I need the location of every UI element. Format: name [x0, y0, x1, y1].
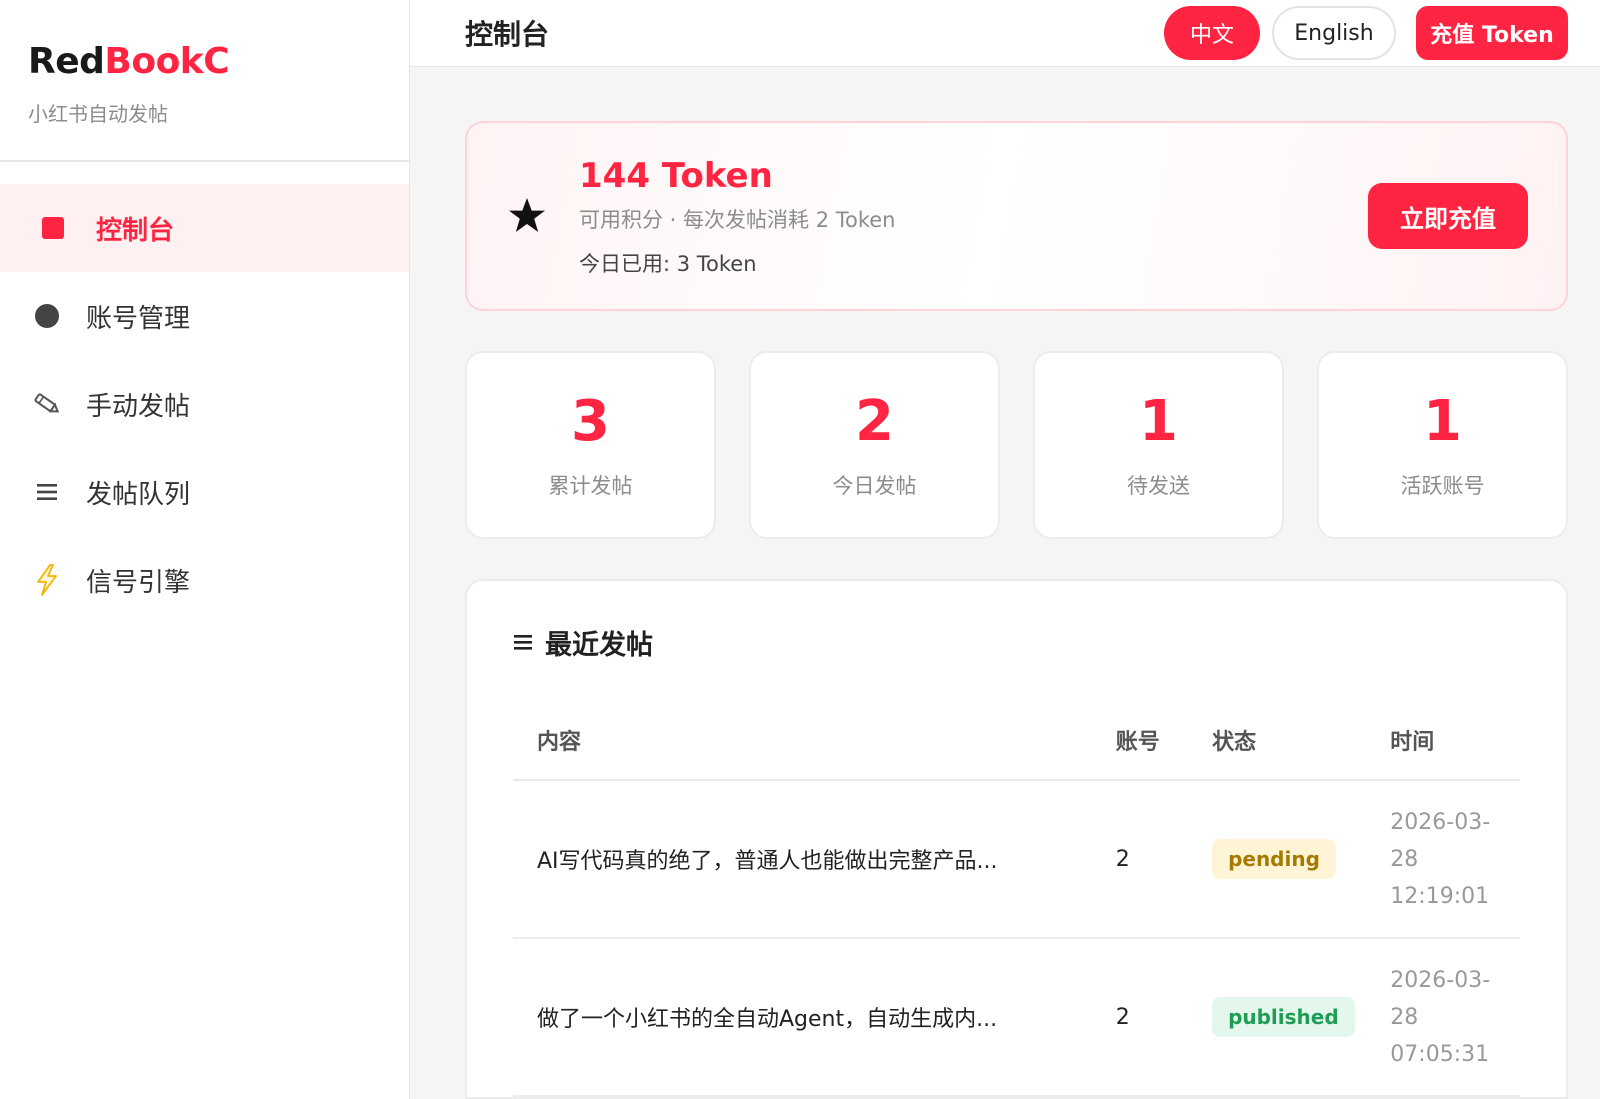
- stat-card-total-posts: 3 累计发帖: [465, 351, 716, 539]
- sidebar-nav: 控制台 账号管理 手动发帖 发帖队列 信号引擎: [0, 184, 409, 624]
- token-card: 144 Token 可用积分 · 每次发帖消耗 2 Token 今日已用: 3 …: [465, 121, 1568, 311]
- post-time: 2026-03- 28 12:19:01: [1366, 780, 1520, 939]
- table-row[interactable]: 做了一个小红书的全自动Agent，自动生成内... 2 published 20…: [513, 938, 1520, 1097]
- sidebar-item-accounts[interactable]: 账号管理: [0, 272, 409, 360]
- list-icon: [32, 477, 62, 507]
- brand-logo[interactable]: RedBookC: [28, 38, 409, 86]
- post-content: AI写代码真的绝了，普通人也能做出完整产品...: [513, 780, 1092, 939]
- post-time-date: 2026-03-: [1390, 809, 1491, 835]
- brand: RedBookC 小红书自动发帖: [0, 0, 409, 162]
- lightning-icon: [32, 564, 62, 596]
- status-badge: pending: [1212, 839, 1336, 879]
- post-time-day: 28: [1390, 846, 1419, 872]
- brand-subtitle: 小红书自动发帖: [28, 102, 168, 126]
- sidebar-item-label: 控制台: [96, 215, 175, 246]
- sidebar-item-label: 发帖队列: [86, 479, 191, 510]
- dashboard-square-icon: [38, 213, 68, 243]
- status-badge: published: [1212, 997, 1355, 1037]
- list-icon: [513, 626, 535, 659]
- circle-icon: [32, 301, 62, 331]
- sidebar-item-label: 信号引擎: [86, 567, 191, 598]
- stat-value: 1: [1423, 389, 1462, 454]
- stat-card-today-posts: 2 今日发帖: [749, 351, 1000, 539]
- recent-posts-panel: 最近发帖 内容 账号 状态 时间 AI写代码真的绝了，普通人也能做出完整产品..: [465, 579, 1568, 1099]
- language-chinese-button[interactable]: 中文: [1164, 6, 1260, 60]
- recharge-token-button[interactable]: 充值 Token: [1416, 6, 1568, 60]
- recent-posts-table: 内容 账号 状态 时间 AI写代码真的绝了，普通人也能做出完整产品... 2 p…: [513, 700, 1520, 1097]
- stat-label: 今日发帖: [832, 474, 917, 498]
- post-time-clock: 07:05:31: [1390, 1041, 1490, 1067]
- column-header-account: 账号: [1091, 700, 1189, 781]
- stat-card-pending: 1 待发送: [1033, 351, 1284, 539]
- token-used-today: 今日已用: 3 Token: [579, 252, 757, 276]
- token-amount: 144 Token: [579, 156, 773, 196]
- brand-name-part2: BookC: [104, 41, 230, 82]
- stat-label: 活跃账号: [1400, 474, 1485, 498]
- stat-value: 1: [1139, 389, 1178, 454]
- recharge-now-button[interactable]: 立即充值: [1368, 183, 1528, 249]
- table-header-row: 内容 账号 状态 时间: [513, 700, 1520, 781]
- pencil-icon: [32, 389, 62, 419]
- stat-label: 累计发帖: [548, 474, 633, 498]
- post-time: 2026-03- 28 07:05:31: [1366, 938, 1520, 1097]
- sidebar: RedBookC 小红书自动发帖 控制台 账号管理 手动发帖 发帖队列 信号引擎: [0, 0, 410, 1099]
- post-status-cell: pending: [1188, 780, 1367, 939]
- content: 144 Token 可用积分 · 每次发帖消耗 2 Token 今日已用: 3 …: [410, 67, 1600, 1099]
- stat-card-active-accounts: 1 活跃账号: [1317, 351, 1568, 539]
- language-english-button[interactable]: English: [1272, 6, 1396, 60]
- post-status-cell: published: [1188, 938, 1367, 1097]
- post-account: 2: [1091, 780, 1189, 939]
- post-time-day: 28: [1390, 1004, 1419, 1030]
- column-header-status: 状态: [1188, 700, 1367, 781]
- recent-posts-title-text: 最近发帖: [545, 630, 653, 661]
- post-time-date: 2026-03-: [1390, 967, 1491, 993]
- sidebar-item-label: 手动发帖: [86, 391, 191, 422]
- stat-value: 2: [855, 389, 894, 454]
- post-time-clock: 12:19:01: [1390, 883, 1490, 909]
- page-title: 控制台: [465, 18, 550, 51]
- post-account: 2: [1091, 938, 1189, 1097]
- star-icon: [507, 196, 547, 236]
- sidebar-item-label: 账号管理: [86, 303, 191, 334]
- token-info: 144 Token 可用积分 · 每次发帖消耗 2 Token 今日已用: 3 …: [579, 154, 1368, 278]
- sidebar-item-signal-engine[interactable]: 信号引擎: [0, 536, 409, 624]
- token-description: 可用积分 · 每次发帖消耗 2 Token: [579, 208, 896, 232]
- table-row[interactable]: AI写代码真的绝了，普通人也能做出完整产品... 2 pending 2026-…: [513, 780, 1520, 939]
- post-content: 做了一个小红书的全自动Agent，自动生成内...: [513, 938, 1092, 1097]
- main: 控制台 中文 English 充值 Token 144 Token 可用积分 ·…: [410, 0, 1600, 1099]
- sidebar-item-dashboard[interactable]: 控制台: [0, 184, 409, 272]
- stat-label: 待发送: [1127, 474, 1190, 498]
- column-header-time: 时间: [1366, 700, 1520, 781]
- sidebar-item-queue[interactable]: 发帖队列: [0, 448, 409, 536]
- recent-posts-title: 最近发帖: [513, 623, 1520, 662]
- column-header-content: 内容: [513, 700, 1092, 781]
- stat-value: 3: [571, 389, 610, 454]
- topbar: 控制台 中文 English 充值 Token: [410, 0, 1600, 67]
- brand-name-part1: Red: [28, 41, 105, 82]
- sidebar-item-manual-post[interactable]: 手动发帖: [0, 360, 409, 448]
- stats-row: 3 累计发帖 2 今日发帖 1 待发送 1 活跃账号: [465, 351, 1568, 539]
